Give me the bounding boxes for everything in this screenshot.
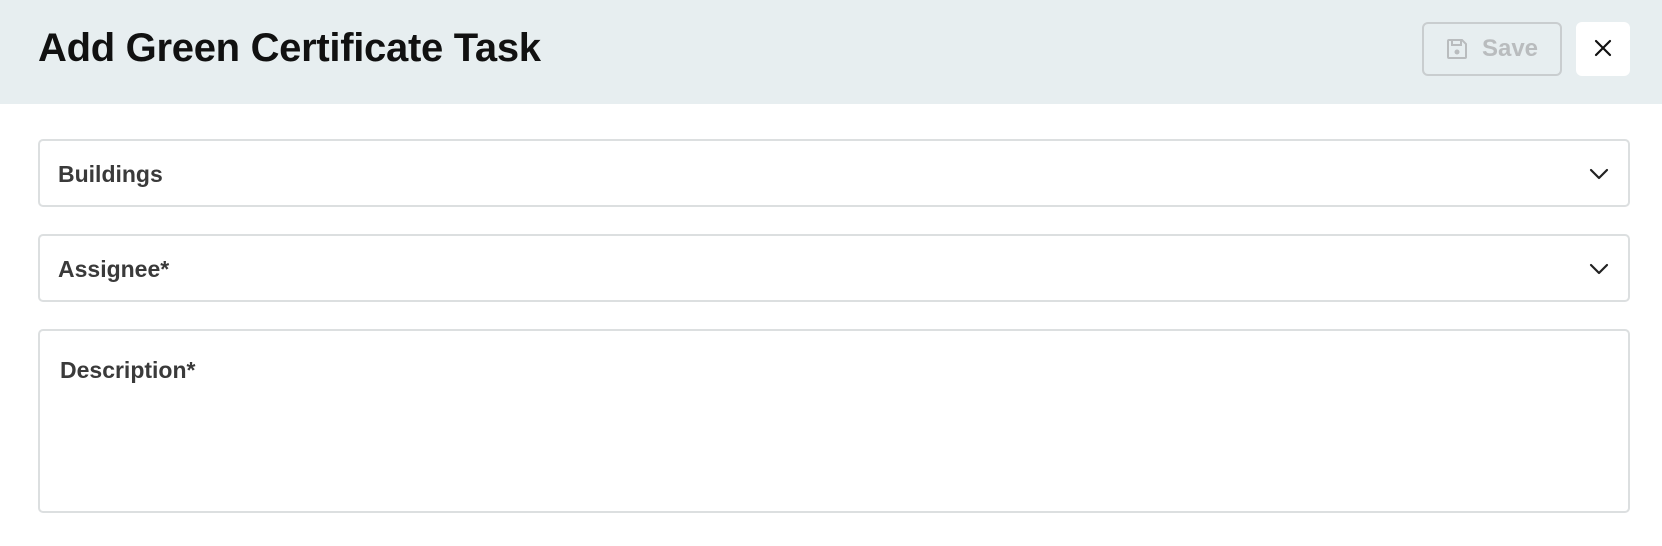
assignee-select[interactable]: Assignee*	[38, 234, 1630, 302]
floppy-disk-icon	[1446, 38, 1468, 60]
description-textarea[interactable]: Description*	[38, 329, 1630, 513]
save-button-label: Save	[1481, 35, 1539, 62]
assignee-label: Assignee*	[58, 256, 170, 282]
save-button[interactable]: Save	[1422, 22, 1562, 76]
chevron-down-icon	[1588, 258, 1610, 285]
close-icon	[1594, 39, 1612, 60]
buildings-select[interactable]: Buildings	[38, 139, 1630, 207]
close-button[interactable]	[1576, 22, 1630, 76]
chevron-down-icon	[1588, 163, 1610, 190]
buildings-label: Buildings	[58, 161, 163, 187]
dialog-title: Add Green Certificate Task	[38, 26, 541, 70]
dialog-header: Add Green Certificate Task Save	[0, 0, 1662, 104]
description-label: Description*	[60, 357, 196, 383]
